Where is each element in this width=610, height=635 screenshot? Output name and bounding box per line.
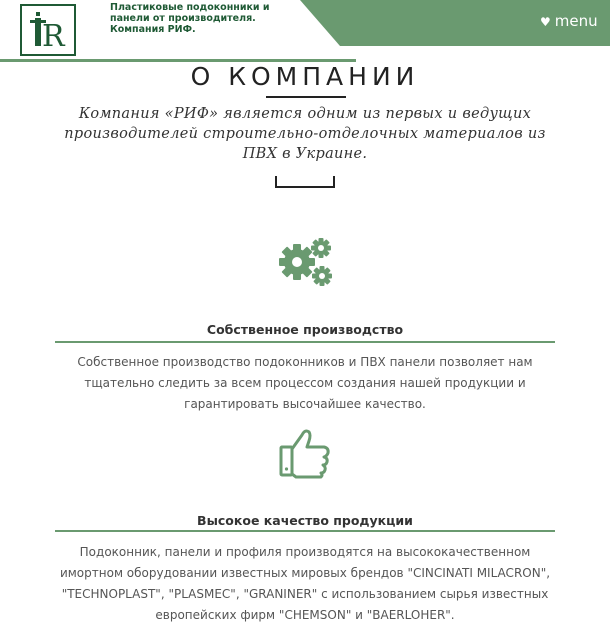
feature-title-quality: Высокое качество продукции — [197, 513, 413, 528]
feature-divider — [55, 341, 555, 343]
title-underline — [266, 96, 346, 98]
header: R Пластиковые подоконники и панели от пр… — [0, 0, 610, 62]
menu-button[interactable]: ♥ menu — [540, 12, 598, 30]
feature-text-production: Собственное производство подоконников и … — [77, 355, 533, 411]
heart-icon: ♥ — [540, 15, 551, 29]
feature-text-quality: Подоконник, панели и профиля производятс… — [59, 545, 551, 622]
feature-divider — [55, 530, 555, 532]
page-title: О КОМПАНИИ — [190, 62, 420, 91]
intro-text: Компания «РИФ» является одним из первых … — [64, 106, 546, 162]
decorative-bracket — [275, 176, 335, 188]
gears-icon — [277, 236, 335, 294]
thumbs-up-icon — [278, 427, 332, 483]
feature-title-production: Собственное производство — [206, 322, 404, 337]
menu-band — [300, 0, 610, 46]
menu-label: menu — [554, 12, 598, 30]
